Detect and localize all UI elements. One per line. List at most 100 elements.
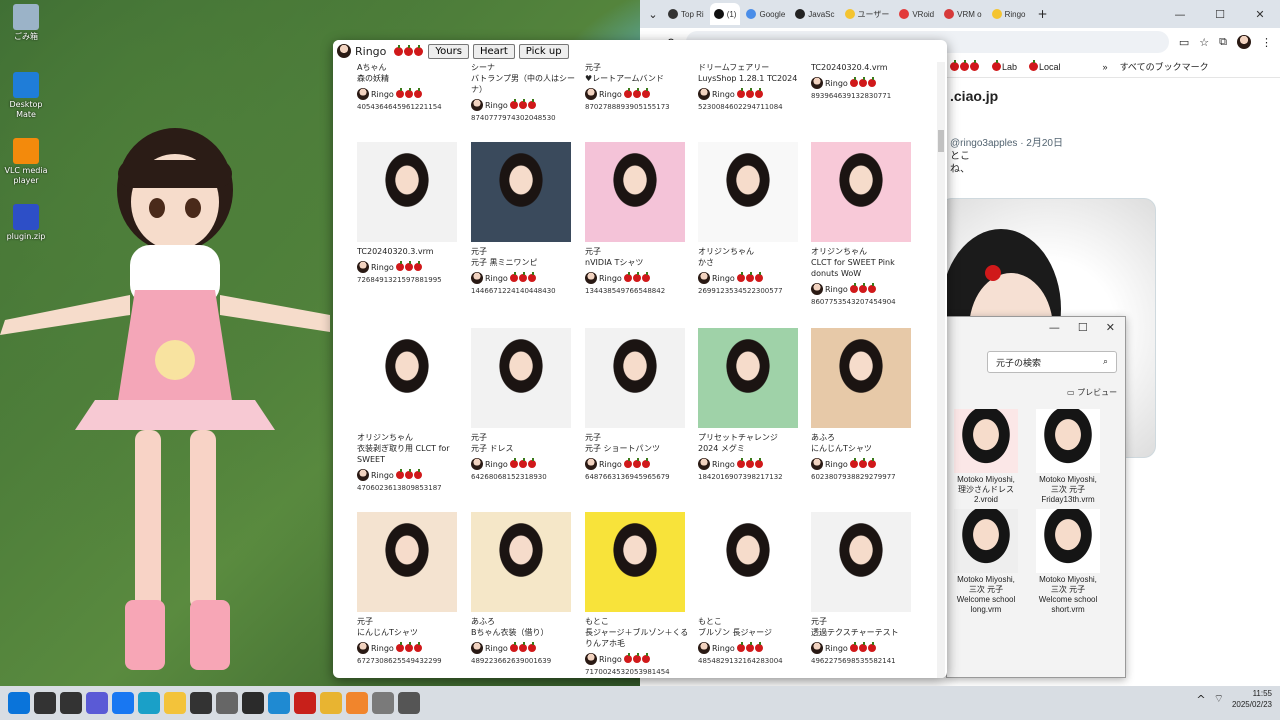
model-card[interactable]: オリジンちゃん かさ Ringo 2699123534522300577 bbox=[698, 142, 804, 297]
model-title: TC20240320.4.vrm bbox=[811, 63, 888, 72]
model-card[interactable]: 元子 元子 ドレス Ringo 6426806815231893​0 bbox=[471, 328, 577, 483]
browser-tab[interactable]: Ringo bbox=[988, 3, 1030, 25]
terminal-icon[interactable] bbox=[242, 692, 264, 714]
browser-tab[interactable]: Top Ri bbox=[664, 3, 708, 25]
profile-avatar[interactable] bbox=[1237, 35, 1251, 49]
desktop-mate-avatar[interactable] bbox=[0, 120, 340, 686]
close-icon[interactable]: ✕ bbox=[1106, 321, 1115, 335]
model-thumbnail[interactable] bbox=[471, 142, 571, 242]
network-icon[interactable]: ⌔ bbox=[1214, 692, 1224, 706]
search-icon[interactable] bbox=[34, 692, 56, 714]
model-card[interactable]: TC20240320.3.vrm Ringo 7268491321597881995 bbox=[357, 142, 463, 286]
model-card[interactable]: プリセットチャレンジ 2024 メグミ Ringo 18420169073982171… bbox=[698, 328, 804, 483]
clock[interactable]: 11:55 2025/02/23 bbox=[1232, 688, 1272, 710]
model-card[interactable]: 元子 元子 黒ミニワンピ Ringo 1446671224140448430 bbox=[471, 142, 577, 297]
file-item[interactable]: Motoko Miyoshi, 三次 元子 Friday13th.vrm bbox=[1035, 409, 1101, 505]
pickup-button[interactable]: Pick up bbox=[518, 43, 569, 59]
tray-chevron-icon[interactable]: ^ bbox=[1196, 693, 1205, 706]
model-thumbnail[interactable] bbox=[357, 512, 457, 612]
browser-tab[interactable]: VRoid bbox=[895, 3, 938, 25]
model-card[interactable]: 元子 ♥レートアームバンド Ringo 8702788893905155173 bbox=[585, 62, 691, 113]
cast-icon[interactable]: ▭ bbox=[1179, 36, 1189, 49]
apple-rating-icon bbox=[623, 652, 651, 665]
meta-icon[interactable] bbox=[112, 692, 134, 714]
file-item[interactable]: Motoko Miyoshi, 理沙さんドレス 2.vroid bbox=[953, 409, 1019, 505]
file-item[interactable]: Motoko Miyoshi, 三次 元子 Welcome school sho… bbox=[1035, 509, 1101, 615]
model-thumbnail[interactable] bbox=[698, 328, 798, 428]
vscode-icon[interactable] bbox=[268, 692, 290, 714]
close-icon[interactable]: ✕ bbox=[1240, 8, 1280, 21]
file-item[interactable]: Motoko Miyoshi, 三次 元子 Welcome school lon… bbox=[953, 509, 1019, 615]
model-id: 5230084602294711084 bbox=[698, 103, 783, 111]
maximize-icon[interactable]: ☐ bbox=[1078, 321, 1088, 335]
model-card[interactable]: 元子 透過テクスチャーテスト Ringo 4962275698535582141 bbox=[811, 512, 917, 667]
model-card[interactable]: オリジンちゃん 衣装剥ぎ取り用 CLCT for SWEET Ringo 470602… bbox=[357, 328, 463, 494]
viewer-scrollbar[interactable] bbox=[937, 62, 945, 678]
browser-tab[interactable]: JavaSc bbox=[791, 3, 838, 25]
xampp-icon[interactable] bbox=[346, 692, 368, 714]
clapper-icon[interactable] bbox=[190, 692, 212, 714]
flash-icon[interactable] bbox=[294, 692, 316, 714]
browser-tab[interactable]: VRM o bbox=[940, 3, 985, 25]
model-card[interactable]: オリジンちゃん CLCT for SWEET Pink donuts WoW Rin… bbox=[811, 142, 917, 308]
model-card[interactable]: あふろ Bちゃん衣装（借り） Ringo 4892236626390016​39 bbox=[471, 512, 577, 667]
copilot-icon[interactable] bbox=[86, 692, 108, 714]
model-owner: Ringo bbox=[698, 87, 804, 100]
model-thumbnail[interactable] bbox=[698, 142, 798, 242]
model-owner: Ringo bbox=[357, 641, 463, 654]
tab-search-icon[interactable]: ⌄ bbox=[644, 8, 662, 21]
model-card[interactable]: Aちゃん 森の妖精 Ringo 4054364645961221154 bbox=[357, 62, 463, 113]
bookmark-star-icon[interactable]: ☆ bbox=[1199, 36, 1209, 49]
model-card[interactable]: ドリームフェアリー LuysShop 1.28.1 TC2024 Ringo 5230… bbox=[698, 62, 804, 113]
browser-tab[interactable]: (1) bbox=[709, 3, 741, 25]
settings-icon[interactable] bbox=[216, 692, 238, 714]
model-card[interactable]: あふろ にんじんTシャツ Ringo 6023807938829279977 bbox=[811, 328, 917, 483]
desktop-icon[interactable]: ごみ箱 bbox=[4, 4, 48, 42]
model-thumbnail[interactable] bbox=[471, 512, 571, 612]
model-thumbnail[interactable] bbox=[585, 512, 685, 612]
edge-icon[interactable] bbox=[138, 692, 160, 714]
model-card[interactable]: 元子 にんじんTシャツ Ringo 6727308625549432299 bbox=[357, 512, 463, 667]
model-thumbnail[interactable] bbox=[585, 328, 685, 428]
model-card[interactable]: 元子 nVIDIA Tシャツ Ringo 1344385497665488​42 bbox=[585, 142, 691, 297]
model-card[interactable]: 元子 元子 ショートパンツ Ringo 6487663136945965679 bbox=[585, 328, 691, 483]
minimize-icon[interactable]: — bbox=[1049, 321, 1060, 335]
apple-rating-icon bbox=[849, 282, 877, 295]
browser-tab[interactable]: Google bbox=[742, 3, 789, 25]
preview-toggle[interactable]: ▭ プレビュー bbox=[1067, 387, 1117, 398]
bookmark-ringo[interactable] bbox=[950, 59, 980, 72]
model-thumbnail[interactable] bbox=[585, 142, 685, 242]
maximize-icon[interactable]: ☐ bbox=[1200, 8, 1240, 21]
app-icon[interactable] bbox=[398, 692, 420, 714]
windows-start-icon[interactable] bbox=[8, 692, 30, 714]
model-card[interactable]: もとこ ブルゾン 長ジャージ Ringo 4854829132164283004 bbox=[698, 512, 804, 667]
all-bookmarks[interactable]: すべてのブックマーク bbox=[1120, 60, 1209, 73]
extensions-icon[interactable]: ⧉ bbox=[1219, 35, 1227, 49]
browser-tab[interactable]: ユーザー bbox=[841, 3, 894, 25]
model-thumbnail[interactable] bbox=[811, 142, 911, 242]
model-thumbnail[interactable] bbox=[471, 328, 571, 428]
minimize-icon[interactable]: — bbox=[1160, 8, 1200, 21]
new-tab-button[interactable]: + bbox=[1032, 7, 1054, 21]
bookmark-local[interactable]: Local bbox=[1029, 59, 1061, 72]
model-card[interactable]: シーナ バトランプ男（中の人はシーナ） Ringo 87407779743020485… bbox=[471, 62, 577, 124]
model-card[interactable]: TC20240320.4.vrm Ringo 8939646391328307​71 bbox=[811, 62, 917, 102]
model-thumbnail[interactable] bbox=[357, 328, 457, 428]
chrome-icon[interactable] bbox=[320, 692, 342, 714]
model-thumbnail[interactable] bbox=[811, 512, 911, 612]
tab-favicon-icon bbox=[944, 9, 955, 19]
app-icon[interactable] bbox=[372, 692, 394, 714]
bookmarks-overflow-icon[interactable]: » bbox=[1103, 62, 1108, 72]
menu-icon[interactable]: ⋮ bbox=[1261, 36, 1272, 49]
explorer-search-input[interactable]: 元子の検索 ⌕ bbox=[987, 351, 1117, 373]
bookmark-lab[interactable]: Lab bbox=[992, 59, 1017, 72]
model-thumbnail[interactable] bbox=[698, 512, 798, 612]
heart-button[interactable]: Heart bbox=[472, 43, 515, 59]
model-card[interactable]: もとこ 長ジャージ＋ブルゾン＋くるりんアホ毛 Ringo 71700245320539… bbox=[585, 512, 691, 678]
file-explorer-icon[interactable] bbox=[164, 692, 186, 714]
task-view-icon[interactable] bbox=[60, 692, 82, 714]
yours-button[interactable]: Yours bbox=[428, 43, 469, 59]
model-thumbnail[interactable] bbox=[811, 328, 911, 428]
desktop-icon[interactable]: Desktop Mate bbox=[4, 72, 48, 120]
model-thumbnail[interactable] bbox=[357, 142, 457, 242]
